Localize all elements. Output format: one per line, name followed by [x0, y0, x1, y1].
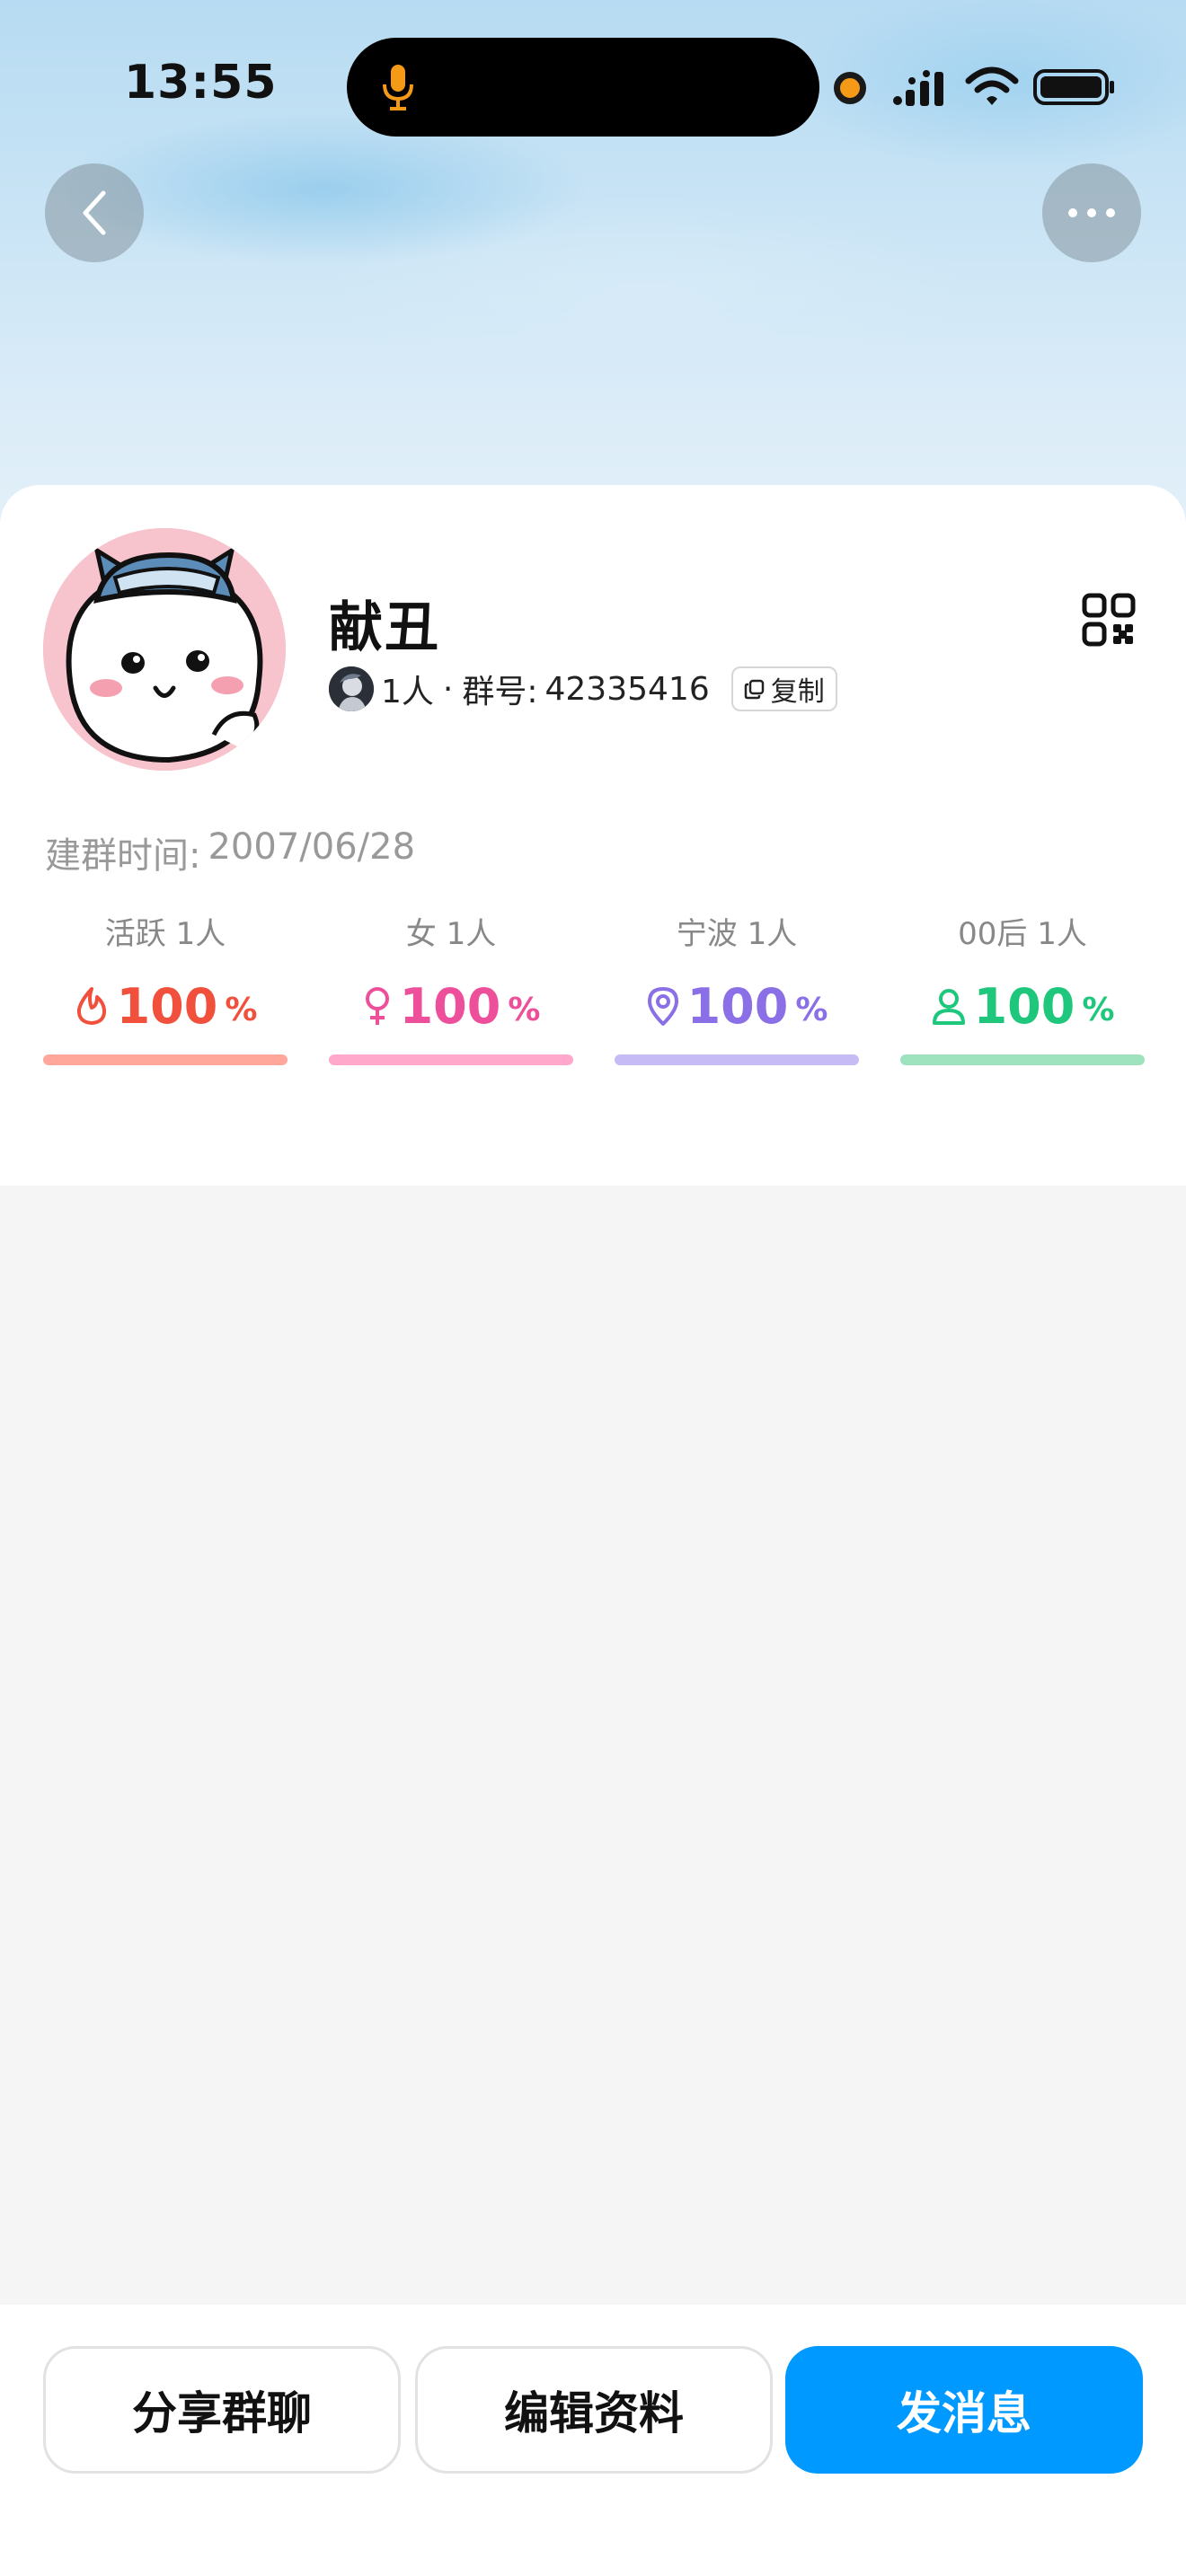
stat-progress-bar — [900, 1054, 1145, 1065]
microphone-icon — [383, 65, 413, 110]
wifi-icon — [965, 66, 1019, 105]
copy-icon — [744, 679, 764, 700]
stat-label: 宁波 1人 — [676, 916, 798, 952]
stat-progress-bar — [43, 1054, 288, 1065]
bottom-action-bar: 分享群聊 编辑资料 发消息 — [0, 2305, 1186, 2576]
stat-active[interactable]: 活跃 1人 100% — [43, 913, 288, 1065]
stat-value: 100% — [615, 977, 859, 1035]
created-date: 2007/06/28 — [208, 826, 416, 868]
group-meta-row: 1人 · 群号: 42335416 复制 — [329, 665, 837, 713]
status-time: 13:55 — [124, 56, 278, 110]
send-message-button[interactable]: 发消息 — [785, 2346, 1143, 2474]
group-id: 42335416 — [544, 670, 710, 708]
chevron-left-icon — [83, 190, 106, 235]
stat-label: 女 1人 — [405, 916, 497, 952]
stat-percent: 100 — [686, 977, 789, 1035]
cellular-signal-icon — [893, 70, 943, 106]
cartoon-character-avatar-image — [43, 528, 286, 771]
member-stats: 活跃 1人 100% 女 1人 100% 宁波 1人 100 % 00后 1人 … — [0, 913, 1186, 1065]
created-label: 建群时间: — [45, 835, 201, 877]
person-icon — [932, 989, 965, 1025]
meta-separator: · — [442, 670, 454, 708]
female-icon — [365, 987, 389, 1025]
group-avatar[interactable] — [43, 528, 286, 771]
stat-unit: % — [795, 991, 828, 1028]
stat-gender[interactable]: 女 1人 100% — [329, 913, 573, 1065]
back-button[interactable] — [45, 163, 144, 262]
stat-label: 00后 1人 — [958, 916, 1087, 952]
stat-percent: 100 — [973, 977, 1075, 1035]
copy-label: 复制 — [770, 676, 825, 708]
stat-age[interactable]: 00后 1人 100% — [900, 913, 1145, 1065]
ellipsis-icon — [1068, 208, 1115, 217]
member-count: 1人 — [381, 674, 434, 710]
stat-progress-bar — [329, 1054, 573, 1065]
stat-unit: % — [508, 991, 541, 1028]
share-group-button[interactable]: 分享群聊 — [43, 2346, 401, 2474]
edit-profile-button[interactable]: 编辑资料 — [415, 2346, 773, 2474]
stat-unit: % — [1082, 991, 1115, 1028]
battery-icon — [1033, 69, 1114, 105]
group-name: 献丑 — [329, 596, 440, 659]
copy-button[interactable]: 复制 — [730, 666, 837, 711]
stat-value: 100% — [43, 977, 288, 1035]
location-pin-icon — [647, 987, 678, 1026]
created-date-row: 建群时间: 2007/06/28 — [45, 826, 415, 878]
member-avatar-image — [329, 666, 374, 711]
group-profile-card: 献丑 1人 · 群号: 42335416 复制 建群时间: 2007/06/28… — [0, 485, 1186, 1186]
qr-code-icon[interactable] — [1082, 593, 1136, 647]
member-avatar[interactable] — [329, 666, 374, 711]
stat-location[interactable]: 宁波 1人 100% — [615, 913, 859, 1065]
recording-indicator-icon — [834, 72, 866, 104]
dynamic-island — [347, 38, 819, 137]
stat-progress-bar — [615, 1054, 859, 1065]
stat-value: 100% — [329, 977, 573, 1035]
stat-percent: 100 — [116, 977, 218, 1035]
stat-percent: 100 — [399, 977, 501, 1035]
more-options-button[interactable] — [1042, 163, 1141, 262]
group-id-label: 群号: — [462, 674, 538, 710]
stat-unit: % — [225, 991, 258, 1028]
stat-value: 100% — [900, 977, 1145, 1035]
flame-icon — [76, 987, 106, 1025]
stat-label: 活跃 1人 — [104, 916, 226, 952]
